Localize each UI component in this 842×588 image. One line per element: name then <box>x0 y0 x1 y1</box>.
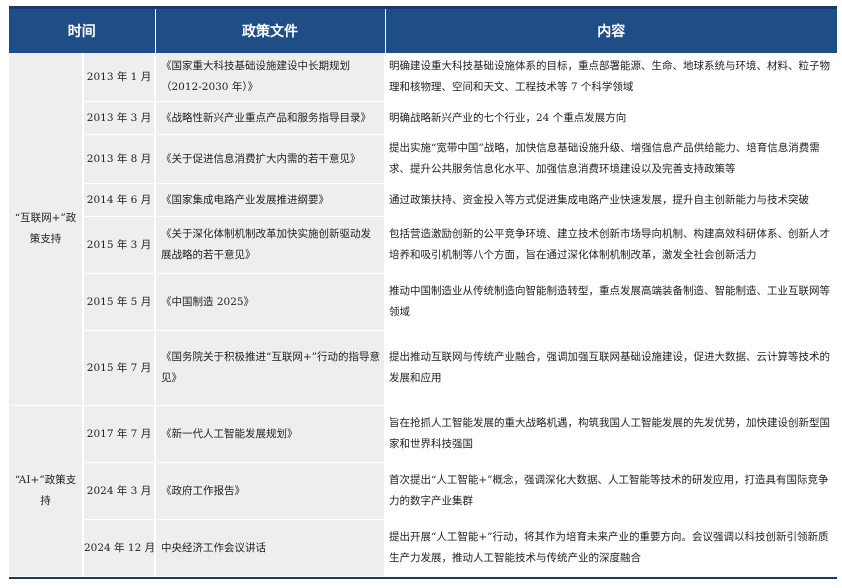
table-row: 2024 年 3 月 《政府工作报告》 首次提出“人工智能+”概念，强调深化大数… <box>9 462 837 520</box>
row-content: 通过政策扶持、资金投入等方式促进集成电路产业快速发展，提升自主创新能力与技术突破 <box>385 183 837 217</box>
row-content: 提出开展“人工智能+”行动，将其作为培育未来产业的重要方向。会议强调以科技创新引… <box>385 519 837 577</box>
group-label: “互联网+”政策支持 <box>9 53 84 406</box>
row-content: 明确建设重大科技基础设施体系的目标，重点部署能源、生命、地球系统与环境、材料、粒… <box>385 53 837 102</box>
row-document: 《中国制造 2025》 <box>155 273 386 331</box>
row-content: 明确战略新兴产业的七个行业，24 个重点发展方向 <box>385 101 837 135</box>
table-row: 2015 年 5 月 《中国制造 2025》 推动中国制造业从传统制造向智能制造… <box>9 273 837 331</box>
header-content: 内容 <box>385 9 837 53</box>
table-row: 2015 年 7 月 《国务院关于积极推进“互联网+”行动的指导意见》 提出推动… <box>9 330 837 406</box>
table-row: 2024 年 12 月 中央经济工作会议讲话 提出开展“人工智能+”行动，将其作… <box>9 519 837 577</box>
row-time: 2015 年 7 月 <box>83 330 156 406</box>
header-row: 时间 政策文件 内容 <box>9 9 837 53</box>
row-document: 《国家集成电路产业发展推进纲要》 <box>155 183 386 217</box>
row-time: 2024 年 3 月 <box>83 462 156 520</box>
policy-table-container: 时间 政策文件 内容 “互联网+”政策支持 2013 年 1 月 《国家重大科技… <box>9 6 837 579</box>
row-content: 提出推动互联网与传统产业融合，强调加强互联网基础设施建设，促进大数据、云计算等技… <box>385 330 837 406</box>
row-time: 2017 年 7 月 <box>83 405 156 463</box>
table-row: 2014 年 6 月 《国家集成电路产业发展推进纲要》 通过政策扶持、资金投入等… <box>9 183 837 217</box>
row-document: 《关于深化体制机制改革加快实施创新驱动发展战略的若干意见》 <box>155 216 386 274</box>
row-document: 《战略性新兴产业重点产品和服务指导目录》 <box>155 101 386 135</box>
row-time: 2024 年 12 月 <box>83 519 156 577</box>
row-content: 提出实施“宽带中国”战略，加快信息基础设施升级、增强信息产品供给能力、培育信息消… <box>385 134 837 184</box>
header-document: 政策文件 <box>155 9 386 53</box>
row-time: 2015 年 5 月 <box>83 273 156 331</box>
row-time: 2013 年 1 月 <box>83 53 156 102</box>
table-row: “AI+”政策支持 2017 年 7 月 《新一代人工智能发展规划》 旨在抢抓人… <box>9 405 837 577</box>
row-document: 《国务院关于积极推进“互联网+”行动的指导意见》 <box>155 330 386 406</box>
row-document: 《新一代人工智能发展规划》 <box>155 405 386 463</box>
row-content: 推动中国制造业从传统制造向智能制造转型，重点发展高端装备制造、智能制造、工业互联… <box>385 273 837 331</box>
row-content: 包括营造激励创新的公平竞争环境、建立技术创新市场导向机制、构建高效科研体系、创新… <box>385 216 837 274</box>
row-content: 旨在抢抓人工智能发展的重大战略机遇，构筑我国人工智能发展的先发优势，加快建设创新… <box>385 405 837 463</box>
row-time: 2013 年 8 月 <box>83 134 156 184</box>
row-document: 《国家重大科技基础设施建设中长期规划（2012-2030 年）》 <box>155 53 386 102</box>
table-row: 2013 年 8 月 《关于促进信息消费扩大内需的若干意见》 提出实施“宽带中国… <box>9 134 837 184</box>
policy-table: 时间 政策文件 内容 “互联网+”政策支持 2013 年 1 月 《国家重大科技… <box>9 9 837 577</box>
row-document: 《政府工作报告》 <box>155 462 386 520</box>
table-row: “互联网+”政策支持 2013 年 1 月 《国家重大科技基础设施建设中长期规划… <box>9 53 837 406</box>
row-document: 《关于促进信息消费扩大内需的若干意见》 <box>155 134 386 184</box>
row-content: 首次提出“人工智能+”概念，强调深化大数据、人工智能等技术的研发应用，打造具有国… <box>385 462 837 520</box>
row-time: 2015 年 3 月 <box>83 216 156 274</box>
table-row: 2013 年 3 月 《战略性新兴产业重点产品和服务指导目录》 明确战略新兴产业… <box>9 101 837 135</box>
header-time: 时间 <box>9 9 156 53</box>
group-label: “AI+”政策支持 <box>9 405 84 577</box>
table-row: 2015 年 3 月 《关于深化体制机制改革加快实施创新驱动发展战略的若干意见》… <box>9 216 837 274</box>
row-document: 中央经济工作会议讲话 <box>155 519 386 577</box>
bottom-rule <box>9 577 837 579</box>
row-time: 2013 年 3 月 <box>83 101 156 135</box>
row-time: 2014 年 6 月 <box>83 183 156 217</box>
